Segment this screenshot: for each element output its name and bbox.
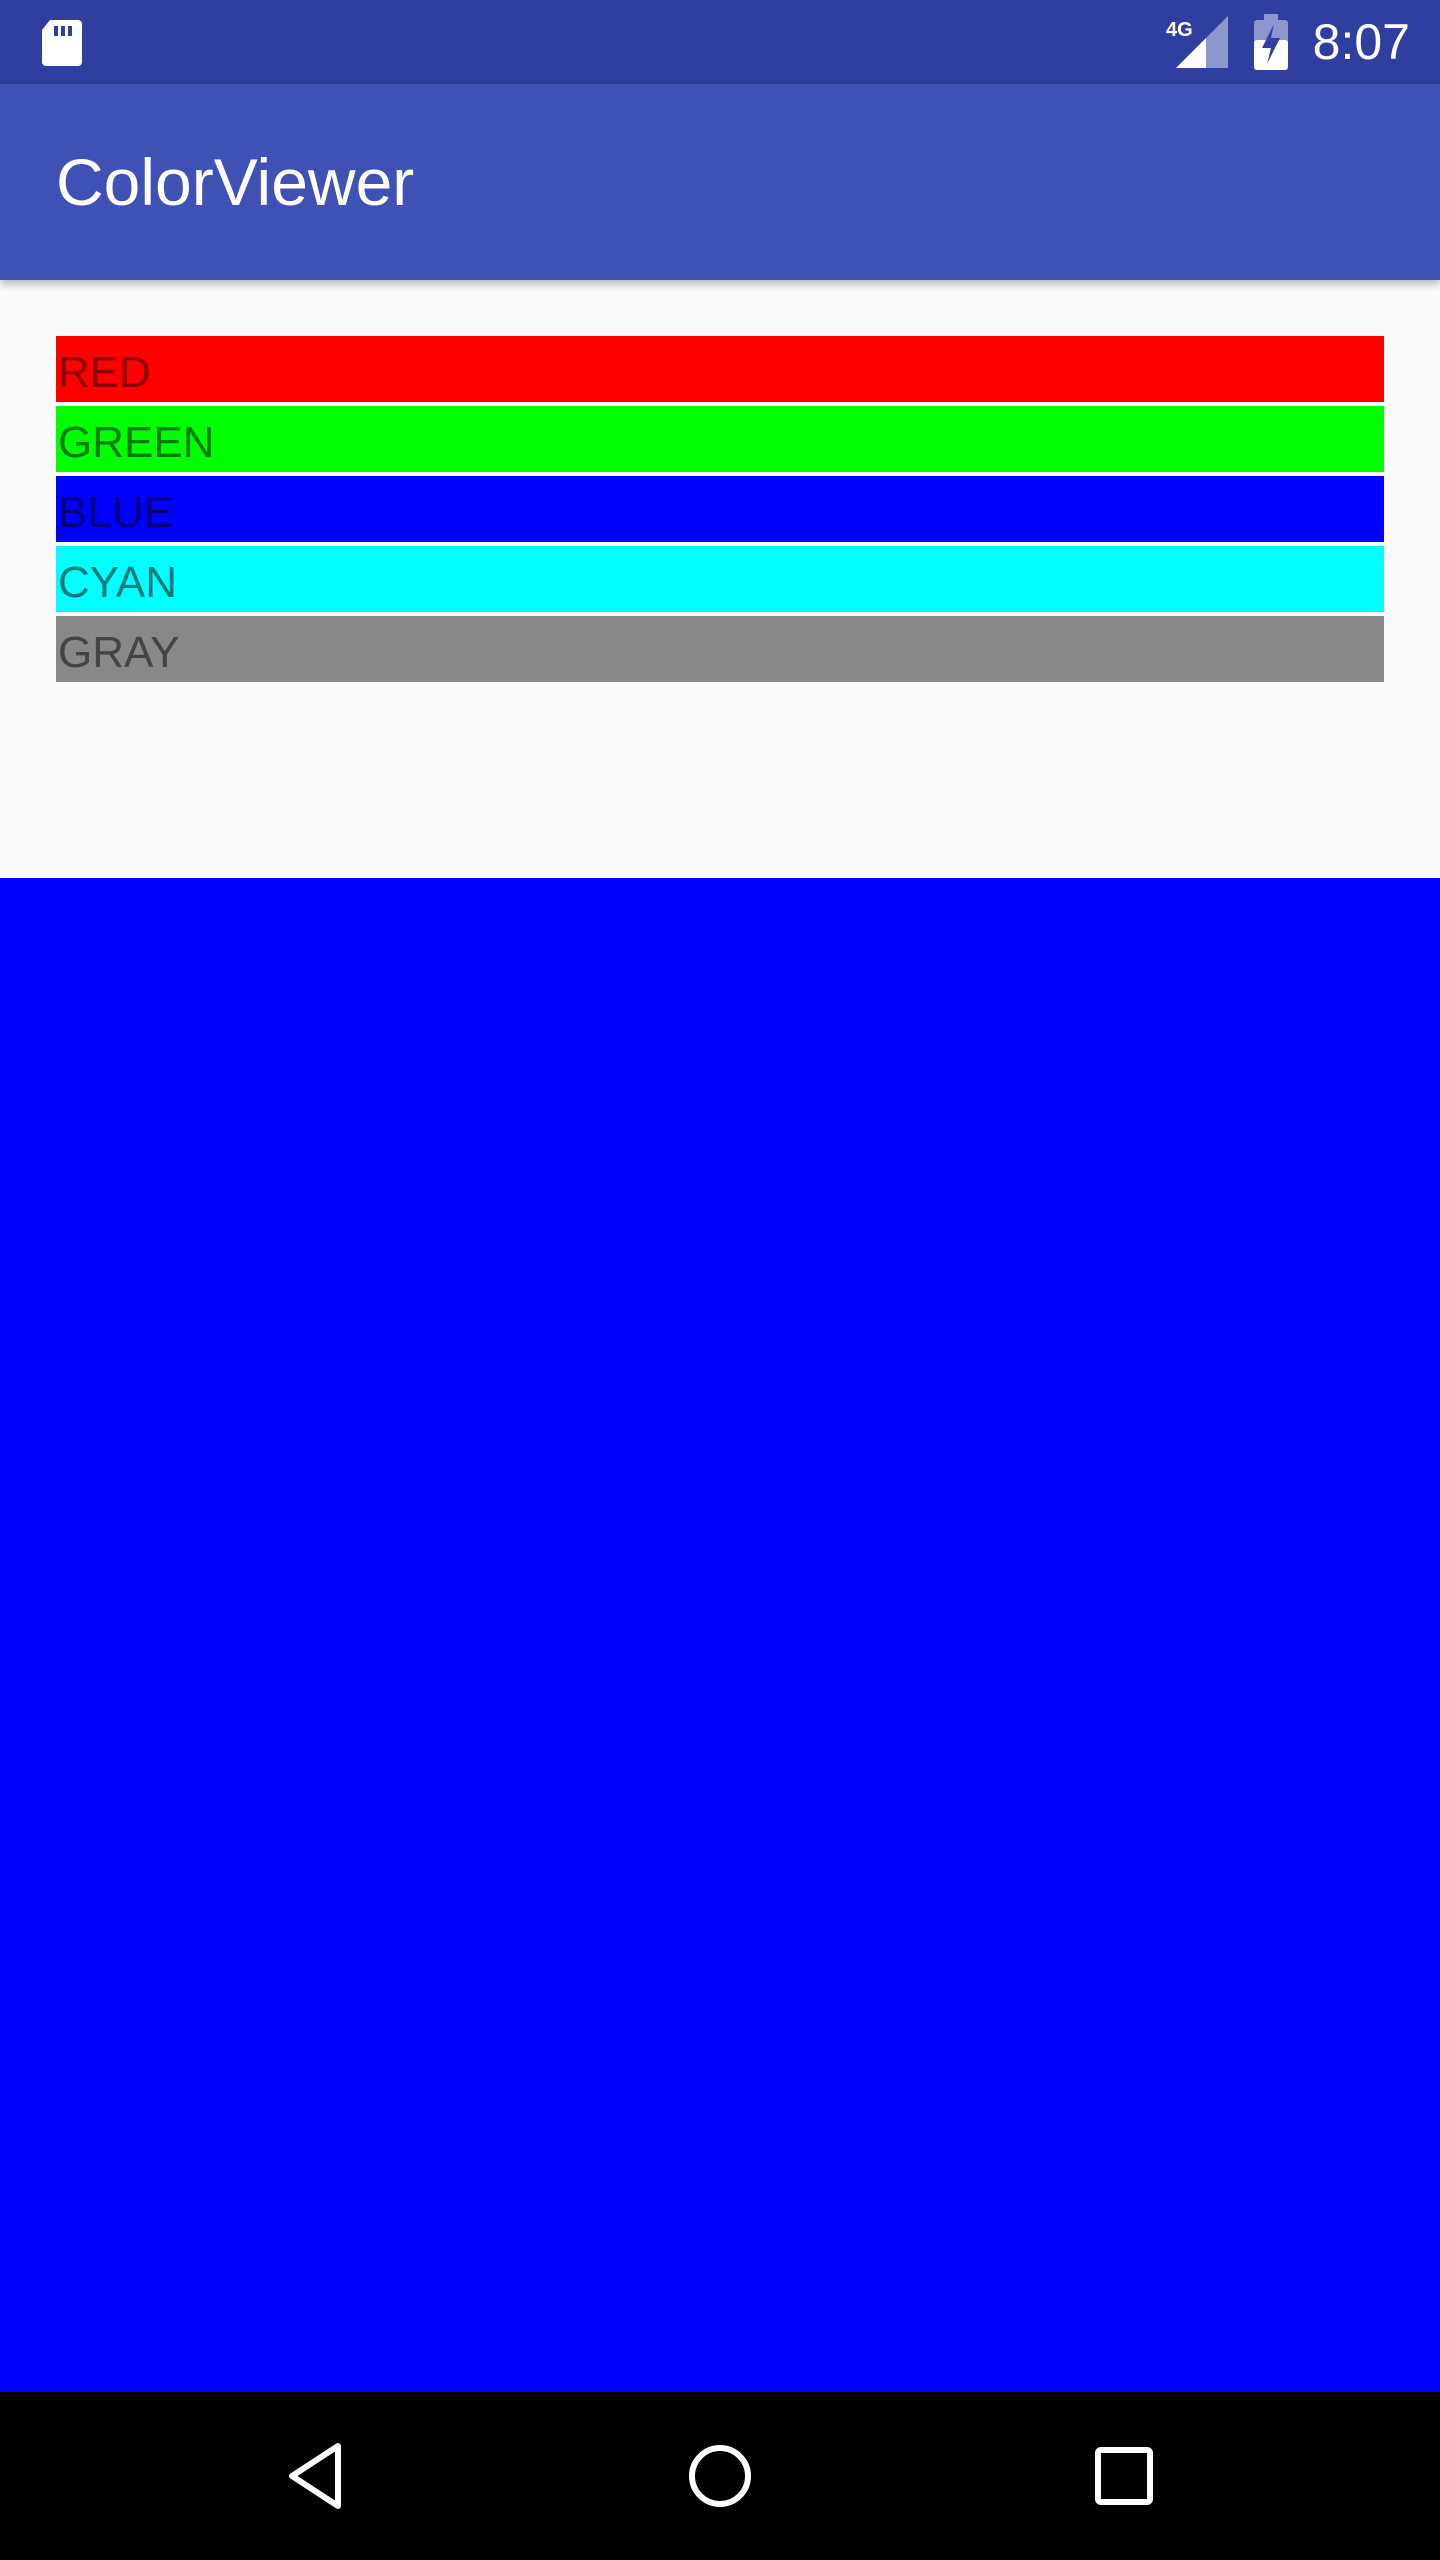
color-item-label: RED [58, 348, 151, 397]
home-icon[interactable] [680, 2436, 760, 2516]
signal-icon: 4G [1166, 16, 1228, 68]
color-item-blue[interactable]: BLUE [56, 476, 1384, 542]
navigation-bar [0, 2392, 1440, 2560]
network-type-label: 4G [1166, 19, 1193, 41]
status-clock: 8:07 [1312, 14, 1410, 70]
color-item-label: BLUE [58, 488, 173, 537]
recents-icon[interactable] [1084, 2436, 1164, 2516]
color-item-green[interactable]: GREEN [56, 406, 1384, 472]
color-list-panel: RED GREEN BLUE CYAN GRAY [0, 280, 1440, 878]
color-preview-area [0, 878, 1440, 2392]
color-item-gray[interactable]: GRAY [56, 616, 1384, 682]
status-bar: 4G 8:07 [0, 0, 1440, 84]
color-item-label: GREEN [58, 418, 215, 467]
color-item-cyan[interactable]: CYAN [56, 546, 1384, 612]
color-item-red[interactable]: RED [56, 336, 1384, 402]
sd-card-icon [42, 20, 82, 66]
app-title: ColorViewer [56, 145, 415, 219]
color-list: RED GREEN BLUE CYAN GRAY [56, 336, 1384, 686]
battery-charging-icon [1254, 14, 1288, 70]
color-item-label: CYAN [58, 558, 177, 607]
color-item-label: GRAY [58, 628, 180, 677]
back-icon[interactable] [276, 2436, 356, 2516]
app-bar: ColorViewer [0, 84, 1440, 280]
